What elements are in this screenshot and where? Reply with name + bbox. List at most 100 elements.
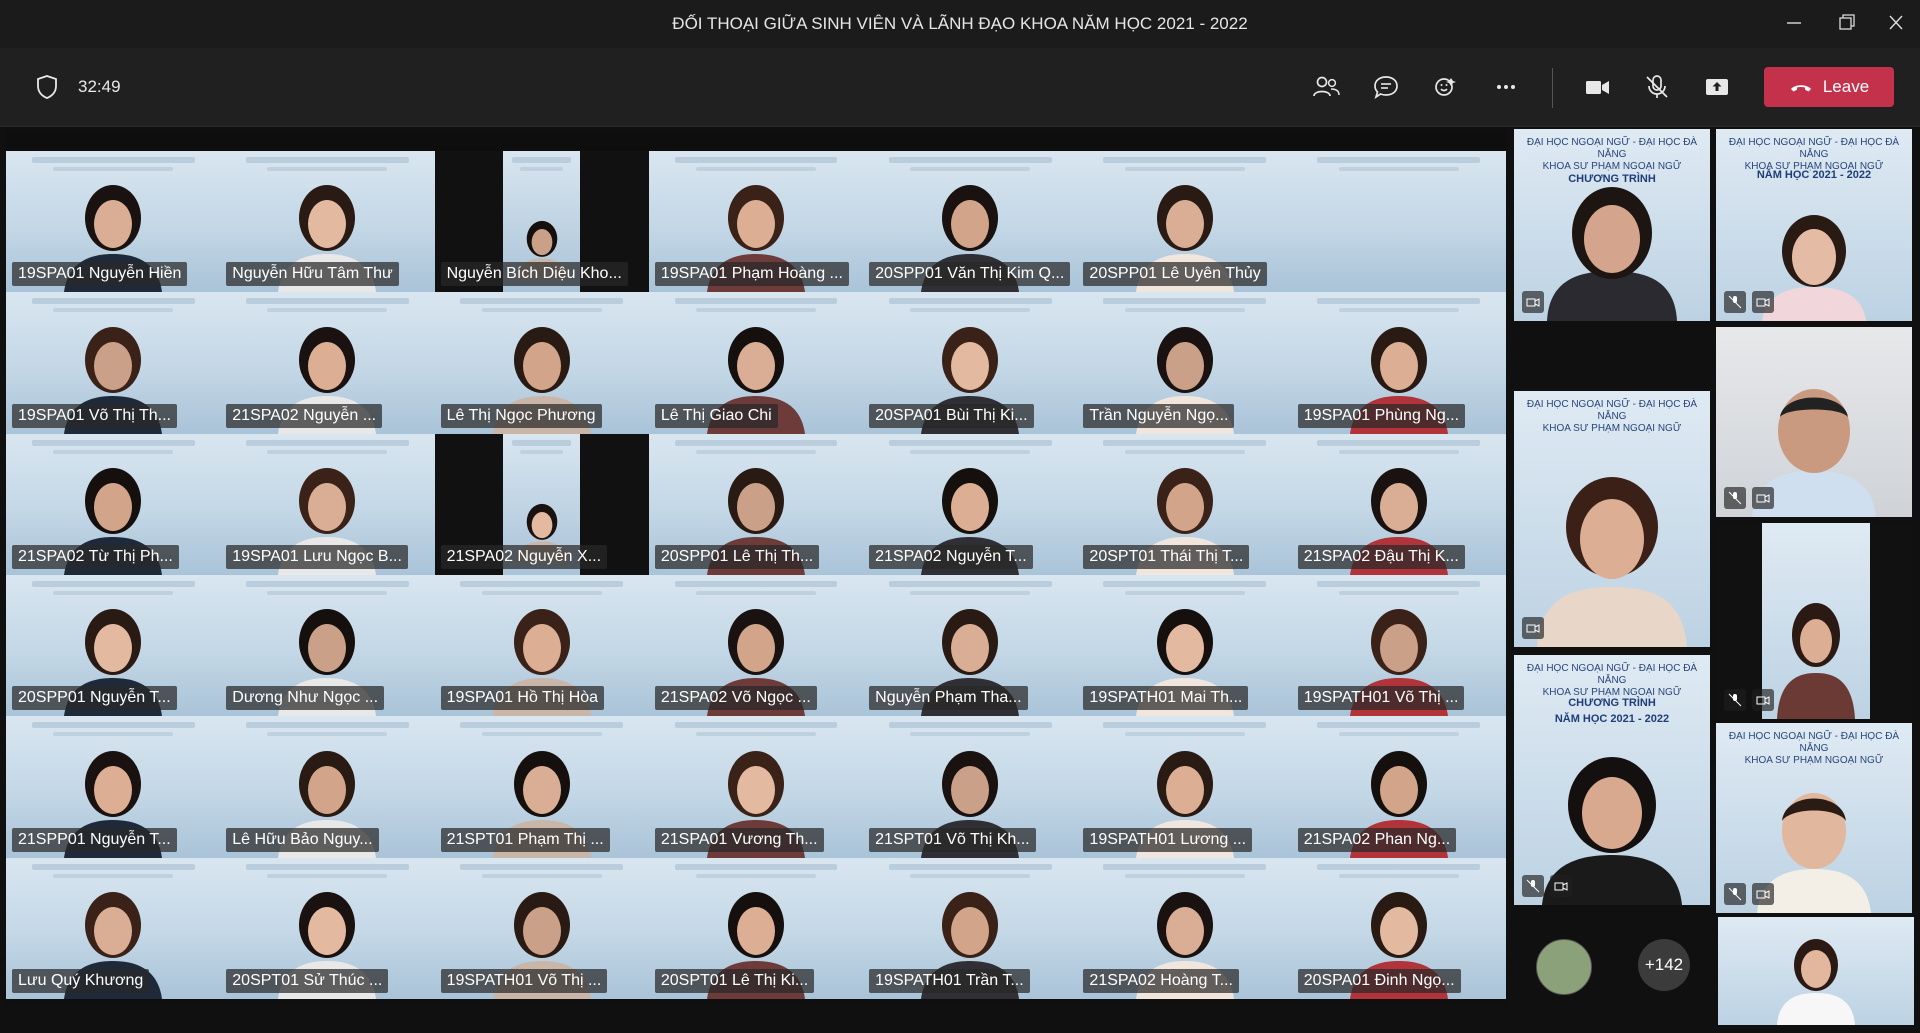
participant-name: Nguyễn Bích Diệu Kho... [440,262,628,287]
participant-tile[interactable]: 19SPATH01 Lương ... [1077,716,1292,858]
banner-decoration [1103,722,1266,729]
share-screen-icon[interactable] [1698,68,1736,106]
participant-name: 21SPA02 Hoàng T... [1083,968,1239,993]
participant-name: 21SPT01 Phạm Thị ... [440,827,610,852]
side-tile-8[interactable] [1718,917,1914,1025]
participant-name: 21SPA02 Từ Thị Ph... [12,544,179,569]
participant-name: 21SPA02 Nguyễn T... [869,544,1033,569]
meeting-timer: 32:49 [78,77,121,96]
participant-tile[interactable]: 20SPP01 Lê Uyên Thủy [1077,151,1292,293]
participant-tile[interactable]: 20SPT01 Sử Thúc ... [220,857,435,999]
banner-decoration [1124,590,1245,595]
participant-tile[interactable]: 19SPA01 Hồ Thị Hòa [434,574,649,717]
participant-tile[interactable]: 19SPA01 Phạm Hoàng ... [648,151,864,293]
banner-decoration [695,308,816,313]
participant-tile[interactable]: Nguyễn Bích Diệu Kho... [434,151,649,293]
participant-tile[interactable]: 20SPP01 Lê Thị Th... [648,433,864,575]
participant-tile[interactable]: 20SPP01 Nguyễn T... [6,574,221,717]
mic-muted-icon[interactable] [1638,68,1676,106]
banner-decoration [53,732,174,737]
side-tile-5[interactable]: ĐẠI HỌC NGOẠI NGỮ - ĐẠI HỌC ĐÀ NẴNG KHOA … [1514,655,1710,905]
participant-tile[interactable]: Lê Thị Giao Chi [648,292,864,434]
participant-tile[interactable]: Lê Thị Ngọc Phương [434,292,649,434]
participant-tile[interactable]: Lê Hữu Bảo Nguy... [220,716,435,858]
participant-tile[interactable]: Dương Như Ngọc ... [220,574,435,717]
shield-icon[interactable] [28,68,66,106]
side-tile-4[interactable] [1716,327,1912,517]
participant-tile[interactable]: 19SPATH01 Võ Thị ... [434,857,649,999]
banner-decoration [1124,873,1245,878]
participant-tile[interactable] [1291,151,1506,293]
participant-tile[interactable]: 19SPA01 Lưu Ngọc B... [220,433,435,575]
banner-decoration [512,439,572,446]
participant-tile[interactable]: 19SPATH01 Mai Th... [1077,574,1292,717]
participant-tile[interactable]: 20SPA01 Đinh Ngọ... [1291,857,1506,999]
reactions-icon[interactable] [1427,68,1465,106]
participant-name: Nguyễn Hữu Tâm Thư [226,262,399,287]
banner-decoration [1338,590,1459,595]
banner-decoration [674,863,838,870]
people-icon[interactable] [1307,68,1345,106]
banner-decoration [31,863,195,870]
participant-tile[interactable]: Nguyễn Hữu Tâm Thư [220,151,435,293]
side-tile-7[interactable]: ĐẠI HỌC NGOẠI NGỮ - ĐẠI HỌC ĐÀ NẴNG KHOA … [1716,723,1912,913]
more-participants-button[interactable]: +142 [1638,939,1690,991]
participant-tile[interactable]: 21SPT01 Võ Thị Kh... [863,716,1078,858]
participant-tile[interactable]: 21SPA02 Nguyễn ... [220,292,435,434]
participant-name: 19SPA01 Phạm Hoàng ... [654,262,849,287]
more-options-icon[interactable] [1487,68,1525,106]
chat-icon[interactable] [1367,68,1405,106]
banner-decoration [695,590,816,595]
participant-tile[interactable]: 21SPA02 Hoàng T... [1077,857,1292,999]
participant-tile[interactable]: 21SPA02 Nguyễn X... [434,433,649,575]
banner-decoration [1124,167,1245,171]
participant-tile[interactable]: 19SPA01 Phùng Ng... [1291,292,1506,434]
participant-name: 21SPT01 Võ Thị Kh... [869,827,1036,852]
banner-decoration [520,167,564,171]
minimize-button[interactable] [1774,10,1814,36]
participant-tile[interactable]: 19SPATH01 Võ Thị ... [1291,574,1506,717]
participant-tile[interactable]: Lưu Quý Khương [6,857,221,999]
participant-tile[interactable]: Nguyễn Phạm Tha... [863,574,1078,717]
participant-avatar[interactable] [1536,939,1592,995]
participant-name: 19SPA01 Hồ Thị Hòa [440,686,605,711]
mic-off-icon [1724,291,1746,313]
video-off-icon [1752,291,1774,313]
participant-tile[interactable]: 20SPP01 Văn Thị Kim Q... [863,151,1078,293]
participant-tile[interactable]: 20SPA01 Bùi Thị Ki... [863,292,1078,434]
side-tile-1[interactable]: ĐẠI HỌC NGOẠI NGỮ - ĐẠI HỌC ĐÀ NẴNG KHOA … [1514,129,1710,321]
banner-decoration [481,873,602,878]
participant-tile[interactable]: 21SPA01 Vương Th... [648,716,864,858]
participant-tile[interactable]: Trần Nguyễn Ngọ... [1077,292,1292,434]
participant-name: Lưu Quý Khương [12,968,150,993]
meeting-title: ĐỐI THOẠI GIỮA SINH VIÊN VÀ LÃNH ĐẠO KHO… [672,14,1248,33]
camera-icon[interactable] [1578,68,1616,106]
participant-tile[interactable]: 21SPA02 Nguyễn T... [863,433,1078,575]
participant-tile[interactable]: 19SPATH01 Trần T... [863,857,1078,999]
participant-tile[interactable]: 19SPA01 Võ Thị Th... [6,292,221,434]
participant-video [1771,925,1861,1025]
side-tile-2[interactable]: ĐẠI HỌC NGOẠI NGỮ - ĐẠI HỌC ĐÀ NẴNG KHOA … [1716,129,1912,321]
participant-tile[interactable]: 21SPA02 Phan Ng... [1291,716,1506,858]
banner-decoration [245,439,409,446]
leave-label: Leave [1822,77,1870,96]
participant-name: Lê Thị Ngọc Phương [440,403,602,428]
close-window-button[interactable] [1876,10,1916,36]
video-off-icon [1550,875,1572,897]
participant-tile[interactable]: 21SPA02 Từ Thị Ph... [6,433,221,575]
participant-tile[interactable]: 21SPT01 Phạm Thị ... [434,716,649,858]
participant-tile[interactable]: 20SPT01 Thái Thị T... [1077,433,1292,575]
participant-tile[interactable]: 21SPA02 Võ Ngọc ... [648,574,864,717]
leave-button[interactable]: Leave [1764,67,1894,107]
restore-button[interactable] [1826,10,1866,36]
participant-tile[interactable]: 21SPA02 Đậu Thị K... [1291,433,1506,575]
participant-tile[interactable]: 21SPP01 Nguyễn T... [6,716,221,858]
banner-decoration [888,863,1052,870]
banner-decoration [1124,732,1245,737]
side-tile-3[interactable]: ĐẠI HỌC NGOẠI NGỮ - ĐẠI HỌC ĐÀ NẴNG KHOA … [1514,391,1710,647]
banner-decoration [267,873,388,878]
banner-decoration [53,167,174,171]
participant-tile[interactable]: 20SPT01 Lê Thị Ki... [648,857,864,999]
side-tile-6[interactable] [1716,523,1912,719]
participant-tile[interactable]: 19SPA01 Nguyễn Hiền [6,151,221,293]
